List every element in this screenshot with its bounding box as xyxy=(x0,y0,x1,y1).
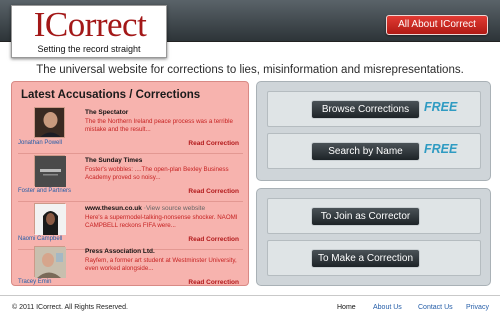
footer-link-about[interactable]: About Us xyxy=(373,304,402,311)
site-header: ICorrect Setting the record straight All… xyxy=(0,0,500,58)
read-correction-link[interactable]: Read Correction xyxy=(188,140,239,147)
divider xyxy=(18,153,243,154)
list-item[interactable]: Tracey Emin Press Association Ltd. Rayfe… xyxy=(18,246,243,289)
browse-panel: Browse Corrections FREE Search by Name F… xyxy=(256,81,491,181)
search-by-name-button[interactable]: Search by Name xyxy=(311,142,420,161)
footer-divider xyxy=(0,295,500,296)
list-item[interactable]: Naomi Campbell www.thesun.co.uk ◦View so… xyxy=(18,203,243,246)
accusation-text: Foster's wobbles: ....The open-plan Bexl… xyxy=(85,166,229,181)
list-item[interactable]: Foster and Partners The Sunday Times Fos… xyxy=(18,155,243,198)
list-item[interactable]: Jonathan Powell The Spectator The the No… xyxy=(18,107,243,150)
accusation-text: Rayfem, a former art student at Westmins… xyxy=(85,257,237,272)
accusation-text: The the Northern Ireland peace process w… xyxy=(85,118,233,133)
source-label: Press Association Ltd. xyxy=(85,248,155,255)
thumb-caption[interactable]: Tracey Emin xyxy=(18,279,88,285)
about-button[interactable]: All About ICorrect xyxy=(386,15,488,35)
thumb-caption[interactable]: Naomi Campbell xyxy=(18,236,88,242)
thumb-caption[interactable]: Foster and Partners xyxy=(18,188,88,194)
logo-text: ICorrect xyxy=(33,5,147,44)
make-correction-box: To Make a Correction xyxy=(267,240,481,276)
divider xyxy=(18,201,243,202)
footer-link-home[interactable]: Home xyxy=(337,304,356,311)
read-correction-link[interactable]: Read Correction xyxy=(188,279,239,286)
person-photo[interactable] xyxy=(34,203,66,235)
join-box: To Join as Corrector xyxy=(267,198,481,234)
foster-logo-icon xyxy=(35,156,66,187)
portrait-icon xyxy=(35,204,66,235)
person-photo[interactable] xyxy=(34,107,65,138)
accusations-title: Latest Accusations / Corrections xyxy=(21,89,201,101)
latest-accusations-panel: Latest Accusations / Corrections Jonatha… xyxy=(11,81,249,286)
source-name: Press Association Ltd. xyxy=(85,248,155,255)
browse-corrections-button[interactable]: Browse Corrections xyxy=(311,100,420,119)
footer-link-privacy[interactable]: Privacy xyxy=(466,304,489,311)
source-label[interactable]: www.thesun.co.uk xyxy=(85,205,142,212)
company-logo-image[interactable] xyxy=(34,155,66,187)
free-label: FREE xyxy=(424,100,458,114)
source-label: The Spectator xyxy=(85,109,129,116)
source-name: The Sunday Times xyxy=(85,157,142,164)
make-correction-button[interactable]: To Make a Correction xyxy=(311,249,420,268)
source-label: The Sunday Times xyxy=(85,157,143,164)
view-source-link[interactable]: View source website xyxy=(146,205,205,212)
copyright: © 2011 ICorrect. All Rights Reserved. xyxy=(12,304,128,311)
thumb-caption[interactable]: Jonathan Powell xyxy=(18,140,88,146)
source-name: The Spectator xyxy=(85,109,128,116)
footer-link-contact[interactable]: Contact Us xyxy=(418,304,453,311)
site-logo[interactable]: ICorrect Setting the record straight xyxy=(11,5,167,58)
logo-tagline: Setting the record straight xyxy=(37,44,141,54)
search-box: Search by Name FREE xyxy=(267,133,481,169)
source-name: www.thesun.co.uk ◦View source website xyxy=(85,205,205,212)
read-correction-link[interactable]: Read Correction xyxy=(188,236,239,243)
corrector-panel: To Join as Corrector To Make a Correctio… xyxy=(256,188,491,286)
join-as-corrector-button[interactable]: To Join as Corrector xyxy=(311,207,420,226)
accusation-text: Here's a supermodel-talking-nonsense sho… xyxy=(85,214,238,229)
person-photo[interactable] xyxy=(34,246,66,278)
free-label: FREE xyxy=(424,142,458,156)
browse-box: Browse Corrections FREE xyxy=(267,91,481,127)
site-tagline: The universal website for corrections to… xyxy=(36,64,464,76)
read-correction-link[interactable]: Read Correction xyxy=(188,188,239,195)
portrait-icon xyxy=(35,247,66,278)
portrait-icon xyxy=(35,108,64,137)
